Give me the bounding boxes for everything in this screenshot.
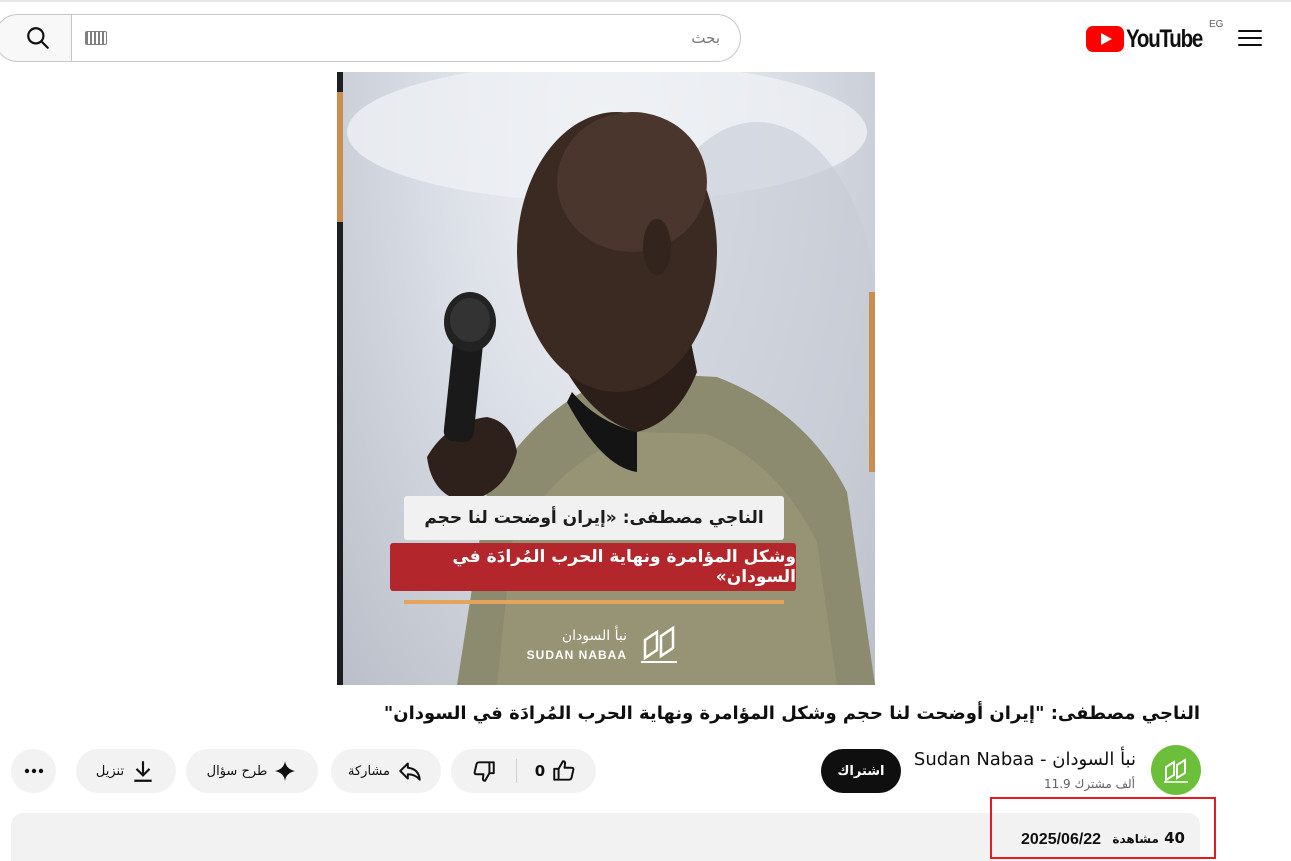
more-horizontal-icon [24, 768, 43, 774]
view-count: 40 مشاهدة [1112, 829, 1185, 847]
sudan-nabaa-logo-icon [641, 625, 677, 663]
video-title: الناجي مصطفى: "إيران أوضحت لنا حجم وشكل … [383, 703, 1200, 724]
ask-question-button[interactable]: طرح سؤال [186, 749, 318, 793]
download-button[interactable]: تنزيل [76, 749, 176, 793]
sparkle-icon [275, 761, 296, 781]
like-dislike-group: 0 [451, 749, 596, 793]
region-code: EG [1209, 19, 1224, 30]
subscriber-count: 11.9 ألف مشترك [1043, 777, 1135, 791]
youtube-play-icon [1086, 26, 1124, 52]
video-frame-speaker [347, 72, 875, 685]
channel-logo-icon [1164, 758, 1188, 783]
search-button[interactable] [0, 14, 72, 62]
search-input[interactable] [107, 15, 740, 61]
views-number: 40 [1164, 829, 1185, 847]
dislike-button[interactable] [451, 749, 516, 793]
like-button[interactable]: 0 [516, 749, 596, 793]
caption-underline [404, 600, 784, 604]
watermark-arabic: نبأ السودان [561, 628, 627, 644]
thumbs-up-icon [553, 760, 575, 781]
views-label: مشاهدة [1112, 832, 1159, 846]
video-player[interactable]: الناجي مصطفى: «إيران أوضحت لنا حجم وشكل … [337, 72, 875, 685]
top-divider [0, 0, 1291, 2]
channel-avatar[interactable] [1151, 745, 1201, 795]
video-caption-line2: وشكل المؤامرة ونهاية الحرب المُرادَة في … [390, 543, 796, 591]
like-count: 0 [534, 762, 546, 780]
more-actions-button[interactable] [11, 749, 56, 793]
video-caption-line1: الناجي مصطفى: «إيران أوضحت لنا حجم [404, 496, 784, 540]
youtube-logo[interactable]: YouTube [1086, 22, 1219, 56]
ask-label: طرح سؤال [206, 763, 268, 779]
download-icon [134, 761, 152, 782]
watermark-english: SUDAN NABAA [526, 648, 627, 662]
keyboard-icon[interactable] [85, 31, 107, 45]
upload-date: 2025/06/22 [1021, 831, 1102, 848]
subscribe-button[interactable]: اشتراك [821, 749, 901, 793]
logo-text: YouTube [1126, 24, 1203, 53]
share-button[interactable]: مشاركة [331, 749, 441, 793]
share-label: مشاركة [348, 763, 390, 779]
thumbs-down-icon [473, 761, 495, 782]
search-icon [27, 27, 49, 49]
search-box [71, 14, 741, 62]
download-label: تنزيل [95, 763, 125, 779]
channel-name[interactable]: نبأ السودان - Sudan Nabaa [914, 749, 1136, 770]
share-icon [399, 762, 421, 781]
menu-icon[interactable] [1232, 24, 1268, 52]
